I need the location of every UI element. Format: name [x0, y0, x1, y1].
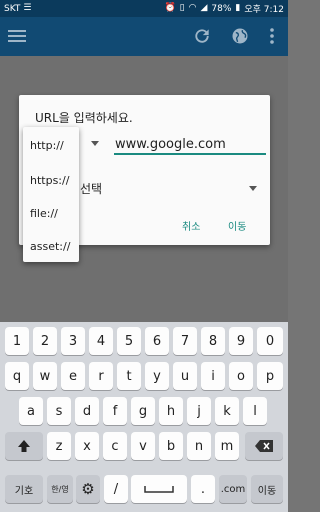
- space-key[interactable]: [131, 475, 187, 503]
- key-t[interactable]: t: [117, 362, 141, 390]
- key-c[interactable]: c: [103, 432, 127, 460]
- gear-icon: ⚙: [81, 480, 95, 498]
- key-d[interactable]: d: [75, 397, 99, 425]
- dotcom-key[interactable]: .com: [219, 475, 247, 503]
- settings-key[interactable]: ⚙: [76, 475, 100, 503]
- key-9[interactable]: 9: [229, 327, 253, 355]
- key-v[interactable]: v: [131, 432, 155, 460]
- key-a[interactable]: a: [19, 397, 43, 425]
- key-q[interactable]: q: [5, 362, 29, 390]
- battery-percent: 78%: [211, 3, 232, 14]
- key-3[interactable]: 3: [61, 327, 85, 355]
- protocol-option-asset[interactable]: asset://: [30, 240, 70, 253]
- slash-key[interactable]: /: [104, 475, 128, 503]
- key-4[interactable]: 4: [89, 327, 113, 355]
- period-key[interactable]: .: [191, 475, 215, 503]
- key-o[interactable]: o: [229, 362, 253, 390]
- go-button[interactable]: 이동: [228, 218, 246, 233]
- wifi-icon: ◠: [188, 3, 197, 13]
- select-label[interactable]: 선택: [80, 180, 102, 197]
- more-vert-icon[interactable]: [268, 26, 276, 46]
- backspace-icon: [255, 440, 273, 452]
- carrier-label: SKT: [4, 3, 21, 14]
- key-1[interactable]: 1: [5, 327, 29, 355]
- key-b[interactable]: b: [159, 432, 183, 460]
- key-l[interactable]: l: [243, 397, 267, 425]
- soft-keyboard: 1 2 3 4 5 6 7 8 9 0 q w e r t y u i o p …: [0, 322, 288, 512]
- key-p[interactable]: p: [257, 362, 283, 390]
- key-r[interactable]: r: [89, 362, 113, 390]
- url-input[interactable]: [114, 135, 266, 155]
- key-k[interactable]: k: [215, 397, 239, 425]
- signal-icon: ◢: [200, 3, 208, 13]
- status-bar: SKT ☰ ⏰ ▯ ◠ ◢ 78% ▮ 오후 7:12: [0, 0, 288, 17]
- key-m[interactable]: m: [215, 432, 239, 460]
- language-toggle-key[interactable]: 한/영: [47, 475, 73, 503]
- backspace-key[interactable]: [245, 432, 283, 460]
- key-f[interactable]: f: [103, 397, 127, 425]
- app-bar: [0, 17, 288, 56]
- key-2[interactable]: 2: [33, 327, 57, 355]
- key-e[interactable]: e: [61, 362, 85, 390]
- clock: 오후 7:12: [244, 5, 284, 15]
- key-w[interactable]: w: [33, 362, 57, 390]
- key-s[interactable]: s: [47, 397, 71, 425]
- key-z[interactable]: z: [47, 432, 71, 460]
- key-y[interactable]: y: [145, 362, 169, 390]
- space-icon: [144, 486, 174, 493]
- alarm-icon: ⏰: [164, 3, 176, 13]
- refresh-icon[interactable]: [192, 26, 212, 46]
- go-key[interactable]: 이동: [251, 475, 283, 503]
- protocol-option-http[interactable]: http://: [30, 139, 64, 152]
- dialog-title: URL을 입력하세요.: [35, 111, 133, 125]
- symbols-key[interactable]: 기호: [5, 475, 43, 503]
- key-6[interactable]: 6: [145, 327, 169, 355]
- key-0[interactable]: 0: [257, 327, 283, 355]
- shift-icon: [18, 440, 30, 452]
- key-i[interactable]: i: [201, 362, 225, 390]
- protocol-dropdown-menu: http:// https:// file:// asset://: [23, 127, 79, 262]
- key-u[interactable]: u: [173, 362, 197, 390]
- select-dropdown-arrow-icon[interactable]: [249, 186, 257, 191]
- shift-key[interactable]: [5, 432, 43, 460]
- vibrate-icon: ▯: [179, 3, 185, 13]
- protocol-dropdown-arrow-icon[interactable]: [91, 141, 99, 146]
- key-x[interactable]: x: [75, 432, 99, 460]
- menu-icon[interactable]: [8, 27, 26, 45]
- cancel-button[interactable]: 취소: [182, 218, 200, 233]
- notification-list-icon: ☰: [23, 3, 32, 13]
- globe-icon[interactable]: [230, 26, 250, 46]
- key-7[interactable]: 7: [173, 327, 197, 355]
- key-g[interactable]: g: [131, 397, 155, 425]
- protocol-option-file[interactable]: file://: [30, 207, 58, 220]
- battery-icon: ▮: [235, 3, 241, 13]
- key-j[interactable]: j: [187, 397, 211, 425]
- key-5[interactable]: 5: [117, 327, 141, 355]
- protocol-option-https[interactable]: https://: [30, 174, 69, 187]
- key-h[interactable]: h: [159, 397, 183, 425]
- key-8[interactable]: 8: [201, 327, 225, 355]
- key-n[interactable]: n: [187, 432, 211, 460]
